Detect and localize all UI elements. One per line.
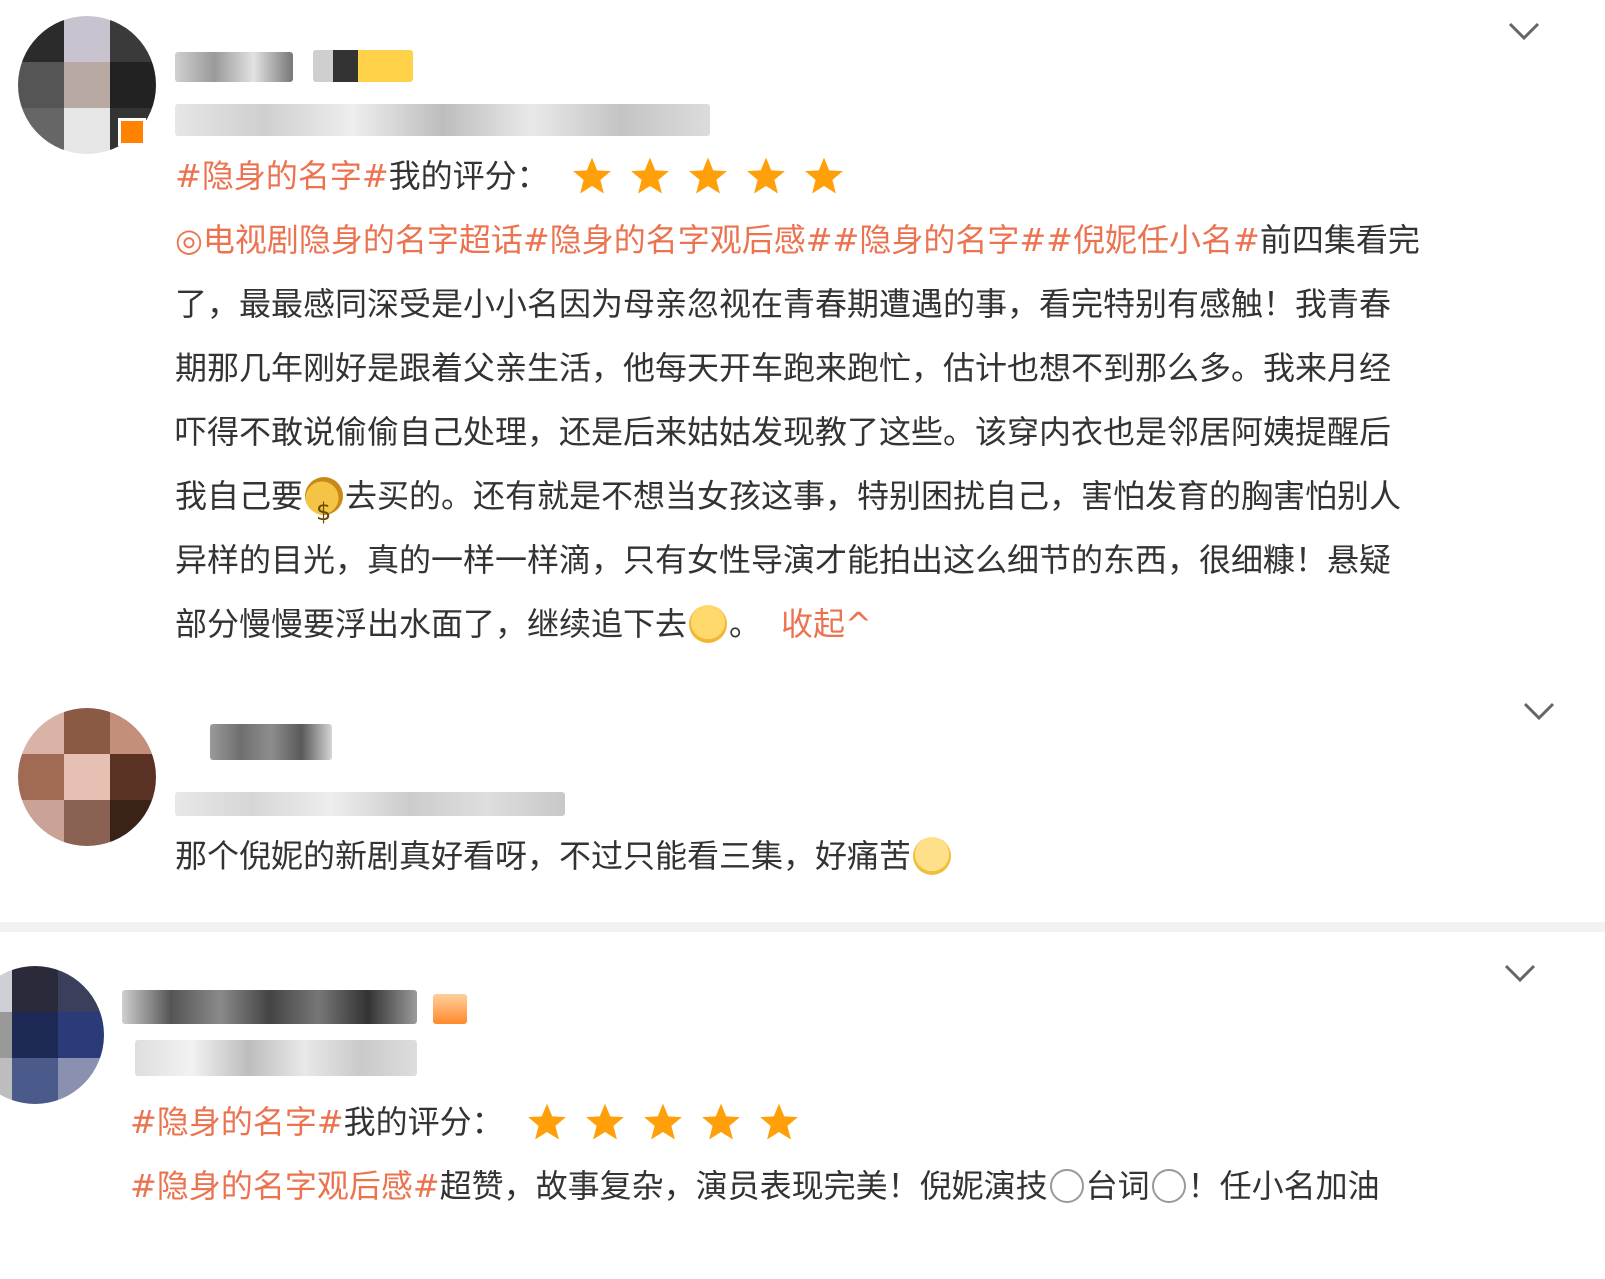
rating-label: 我的评分： bbox=[388, 157, 549, 195]
star-icon bbox=[630, 157, 669, 194]
face-emoji bbox=[1151, 1169, 1186, 1203]
vip-badge bbox=[433, 994, 467, 1024]
username[interactable] bbox=[210, 724, 332, 760]
topic-tag[interactable]: #隐身的名字# bbox=[130, 1090, 344, 1154]
member-badge bbox=[313, 50, 413, 82]
star-icon bbox=[804, 157, 843, 194]
chevron-down-icon[interactable] bbox=[1519, 692, 1559, 732]
chevron-down-icon[interactable] bbox=[1504, 12, 1544, 52]
smiling-face-emoji bbox=[913, 837, 952, 875]
comment-line: 期那几年刚好是跟着父亲生活，他每天开车跑来跑忙，估计也想不到那么多。我来月经 bbox=[175, 349, 1392, 387]
topic-tags[interactable]: ◎电视剧隐身的名字超话#隐身的名字观后感##隐身的名字##倪妮任小名# bbox=[175, 208, 1260, 272]
star-icon bbox=[688, 157, 727, 194]
comment-line: 异样的目光，真的一样一样滴，只有女性导演才能拍出这么细节的东西，很细糠！悬疑 bbox=[175, 541, 1392, 579]
star-icon bbox=[643, 1103, 682, 1140]
chevron-down-icon[interactable] bbox=[1500, 954, 1540, 994]
avatar[interactable] bbox=[18, 708, 156, 846]
vip-badge bbox=[118, 118, 146, 146]
comment-text: 我自己要 bbox=[175, 477, 304, 515]
star-icon bbox=[527, 1103, 566, 1140]
comment-line: 我自己要 去买的。还有就是不想当女孩这事，特别困扰自己，害怕发育的胸害怕别人 bbox=[175, 464, 1575, 544]
rating-line: #隐身的名字# 我的评分： bbox=[130, 1090, 1570, 1154]
money-bag-emoji bbox=[305, 477, 344, 544]
rating-line: #隐身的名字# 我的评分： bbox=[175, 144, 1575, 208]
comment-line: #隐身的名字观后感# 超赞，故事复杂，演员表现完美！倪妮演技 台词 ！任小名加油 bbox=[130, 1154, 1570, 1218]
comment-post: #隐身的名字# 我的评分： ◎电视剧隐身的名字超话#隐身的名字观后感##隐身的名… bbox=[0, 0, 1605, 672]
comment-text: 那个倪妮的新剧真好看呀，不过只能看三集，好痛苦 bbox=[175, 837, 912, 875]
username[interactable] bbox=[122, 990, 417, 1024]
post-meta bbox=[175, 792, 565, 816]
comment-line: 部分慢慢要浮出水面了，继续追下去 。 收起^ bbox=[175, 592, 1575, 656]
section-divider bbox=[0, 922, 1605, 932]
comment-line: 了，最最感同深受是小小名因为母亲忽视在青春期遭遇的事，看完特别有感触！我青春 bbox=[175, 285, 1392, 323]
comment-line: 那个倪妮的新剧真好看呀，不过只能看三集，好痛苦 bbox=[175, 824, 1575, 888]
star-icon bbox=[746, 157, 785, 194]
rating-stars bbox=[526, 1101, 800, 1143]
comment-text: 。 bbox=[729, 605, 762, 643]
face-emoji bbox=[1049, 1169, 1084, 1203]
comment-text: 超赞，故事复杂，演员表现完美！倪妮演技 bbox=[439, 1167, 1048, 1205]
collapse-link[interactable]: 收起^ bbox=[781, 592, 872, 656]
star-icon bbox=[572, 157, 611, 194]
rating-label: 我的评分： bbox=[343, 1103, 504, 1141]
comment-post: 那个倪妮的新剧真好看呀，不过只能看三集，好痛苦 bbox=[0, 672, 1605, 922]
comment-text: ！任小名加油 bbox=[1187, 1167, 1380, 1205]
comment-text: 前四集看完 bbox=[1259, 221, 1420, 259]
avatar[interactable] bbox=[0, 966, 104, 1104]
comment-text: 去买的。还有就是不想当女孩这事，特别困扰自己，害怕发育的胸害怕别人 bbox=[345, 477, 1402, 515]
star-icon bbox=[759, 1103, 798, 1140]
comment-line: ◎电视剧隐身的名字超话#隐身的名字观后感##隐身的名字##倪妮任小名# 前四集看… bbox=[175, 208, 1575, 272]
comment-text: 部分慢慢要浮出水面了，继续追下去 bbox=[175, 605, 688, 643]
comment-line: 吓得不敢说偷偷自己处理，还是后来姑姑发现教了这些。该穿内衣也是邻居阿姨提醒后 bbox=[175, 413, 1392, 451]
rating-stars bbox=[571, 155, 845, 197]
username[interactable] bbox=[175, 52, 293, 82]
post-meta bbox=[135, 1040, 417, 1076]
comment-text: 台词 bbox=[1085, 1167, 1150, 1205]
comment-post: #隐身的名字# 我的评分： #隐身的名字观后感# 超赞，故事复杂，演员表现完美！… bbox=[0, 932, 1605, 1279]
star-icon bbox=[701, 1103, 740, 1140]
crying-face-emoji bbox=[689, 605, 728, 643]
topic-tag[interactable]: #隐身的名字# bbox=[175, 144, 389, 208]
post-meta bbox=[175, 104, 710, 136]
topic-tag[interactable]: #隐身的名字观后感# bbox=[130, 1154, 440, 1218]
star-icon bbox=[585, 1103, 624, 1140]
